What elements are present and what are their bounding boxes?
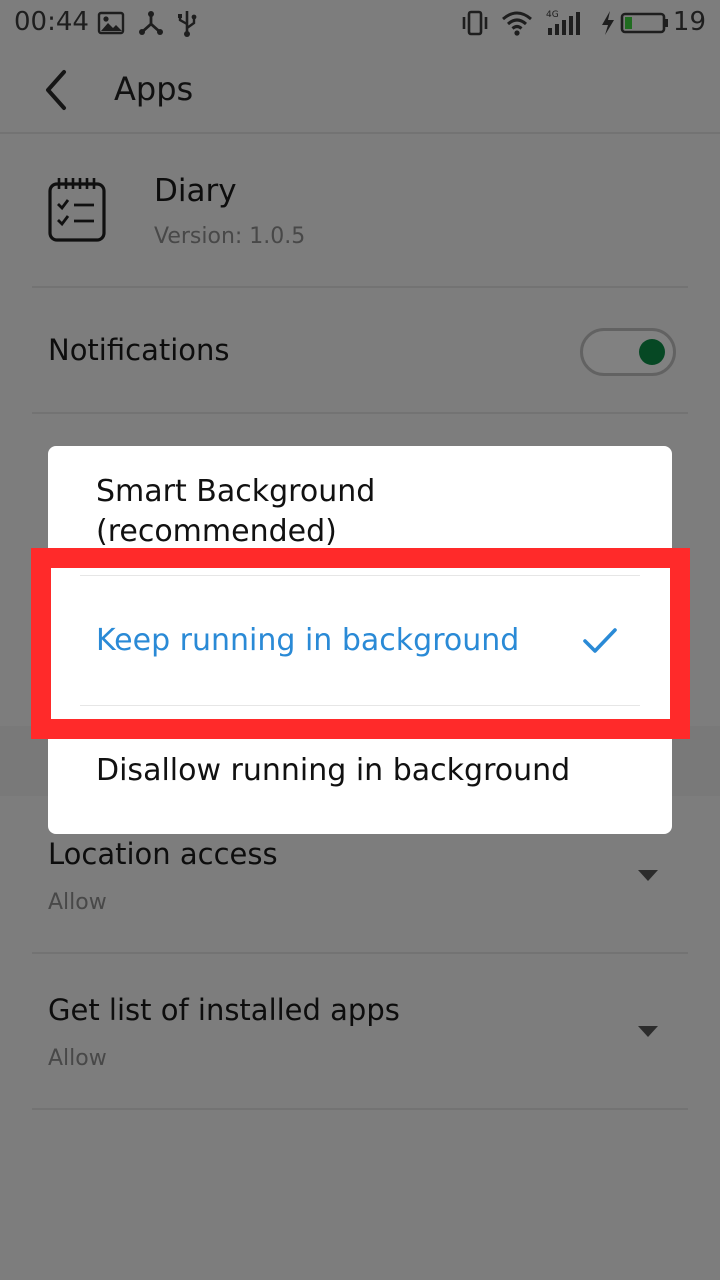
app-settings-screen: 00:44 4G 19 Apps Diary Version: 1.0.5 No… [0, 0, 720, 1280]
option-smart-background[interactable]: Smart Background (recommended) [96, 472, 375, 552]
option-smart-background-label: Smart Background [96, 474, 376, 509]
option-smart-background-sub: (recommended) [96, 514, 337, 549]
option-disallow-running[interactable]: Disallow running in background [96, 751, 570, 791]
highlight-box [31, 548, 690, 739]
